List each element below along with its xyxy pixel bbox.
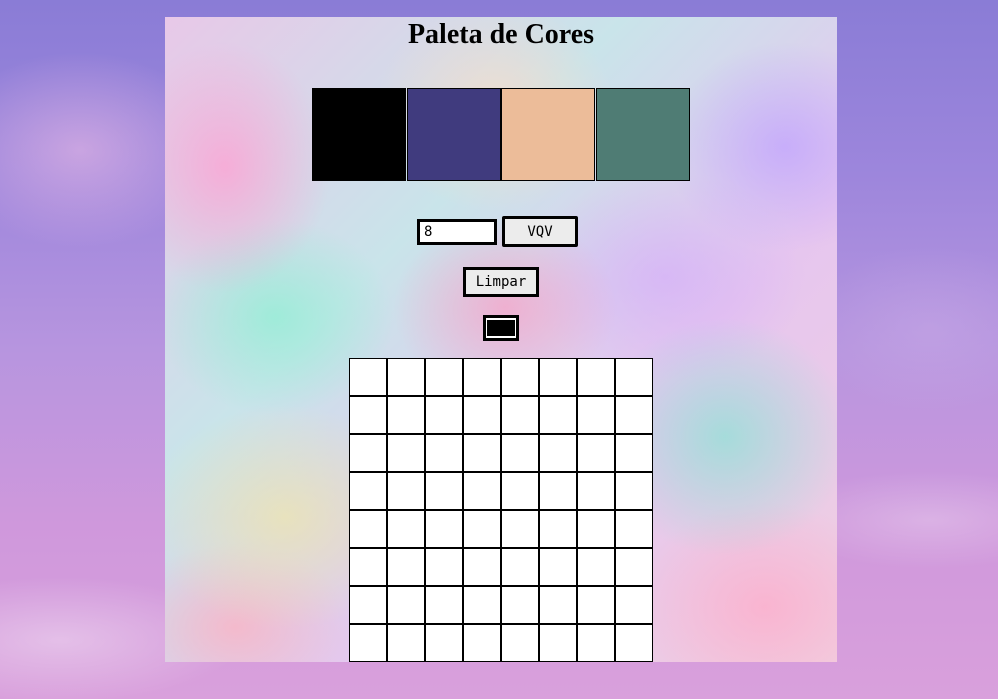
main-panel: Paleta de Cores VQV Limpar: [165, 17, 837, 662]
generate-board-button[interactable]: VQV: [502, 216, 578, 247]
selected-color-indicator: [483, 315, 519, 341]
pixel[interactable]: [463, 358, 501, 396]
pixel[interactable]: [501, 624, 539, 662]
pixel[interactable]: [539, 548, 577, 586]
pixel[interactable]: [425, 434, 463, 472]
pixel[interactable]: [615, 624, 653, 662]
pixel[interactable]: [349, 434, 387, 472]
pixel[interactable]: [501, 586, 539, 624]
pixel[interactable]: [425, 472, 463, 510]
pixel[interactable]: [463, 510, 501, 548]
pixel[interactable]: [387, 586, 425, 624]
color-swatch-3[interactable]: [501, 88, 595, 181]
pixel[interactable]: [615, 510, 653, 548]
pixel[interactable]: [387, 624, 425, 662]
page-title: Paleta de Cores: [407, 19, 595, 50]
pixel[interactable]: [577, 624, 615, 662]
pixel[interactable]: [539, 358, 577, 396]
board-size-controls: VQV: [417, 216, 578, 247]
board-size-input[interactable]: [417, 218, 497, 245]
pixel[interactable]: [387, 358, 425, 396]
pixel[interactable]: [463, 472, 501, 510]
pixel[interactable]: [387, 510, 425, 548]
pixel[interactable]: [577, 586, 615, 624]
pixel[interactable]: [425, 396, 463, 434]
pixel[interactable]: [577, 396, 615, 434]
pixel[interactable]: [349, 510, 387, 548]
pixel[interactable]: [615, 586, 653, 624]
pixel[interactable]: [349, 358, 387, 396]
pixel[interactable]: [349, 624, 387, 662]
pixel[interactable]: [615, 358, 653, 396]
pixel[interactable]: [577, 510, 615, 548]
pixel[interactable]: [501, 434, 539, 472]
pixel[interactable]: [577, 434, 615, 472]
pixel[interactable]: [425, 510, 463, 548]
pixel[interactable]: [501, 548, 539, 586]
pixel[interactable]: [463, 548, 501, 586]
pixel[interactable]: [463, 434, 501, 472]
color-palette: [312, 88, 690, 181]
color-swatch-2[interactable]: [406, 88, 501, 181]
pixel[interactable]: [539, 586, 577, 624]
color-swatch-1[interactable]: [312, 88, 406, 181]
pixel[interactable]: [501, 358, 539, 396]
pixel[interactable]: [425, 358, 463, 396]
pixel[interactable]: [463, 586, 501, 624]
pixel[interactable]: [501, 396, 539, 434]
pixel[interactable]: [387, 396, 425, 434]
pixel[interactable]: [349, 586, 387, 624]
pixel[interactable]: [615, 434, 653, 472]
pixel[interactable]: [387, 472, 425, 510]
pixel[interactable]: [577, 472, 615, 510]
selected-color-swatch: [487, 320, 515, 336]
pixel[interactable]: [539, 624, 577, 662]
pixel-board: [349, 358, 653, 662]
pixel[interactable]: [501, 510, 539, 548]
clear-board-button[interactable]: Limpar: [463, 267, 539, 297]
pixel[interactable]: [615, 472, 653, 510]
pixel[interactable]: [501, 472, 539, 510]
pixel[interactable]: [539, 396, 577, 434]
pixel[interactable]: [615, 548, 653, 586]
pixel[interactable]: [539, 472, 577, 510]
pixel[interactable]: [615, 396, 653, 434]
pixel[interactable]: [349, 396, 387, 434]
pixel[interactable]: [539, 434, 577, 472]
pixel[interactable]: [387, 434, 425, 472]
pixel[interactable]: [387, 548, 425, 586]
pixel[interactable]: [349, 472, 387, 510]
pixel[interactable]: [463, 396, 501, 434]
pixel[interactable]: [463, 624, 501, 662]
color-swatch-4[interactable]: [595, 88, 690, 181]
pixel[interactable]: [425, 548, 463, 586]
pixel[interactable]: [349, 548, 387, 586]
pixel[interactable]: [577, 548, 615, 586]
pixel[interactable]: [425, 586, 463, 624]
pixel[interactable]: [539, 510, 577, 548]
pixel[interactable]: [425, 624, 463, 662]
pixel[interactable]: [577, 358, 615, 396]
